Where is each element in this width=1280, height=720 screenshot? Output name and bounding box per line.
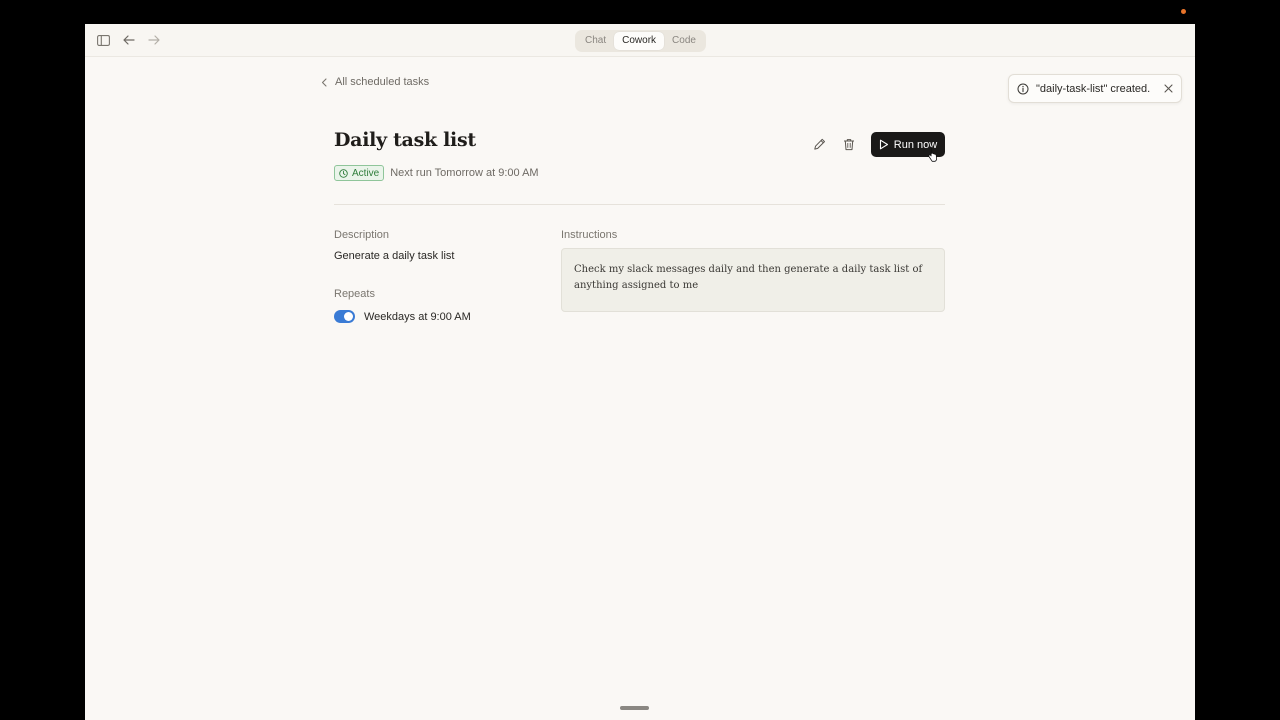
tab-chat[interactable]: Chat: [577, 32, 614, 50]
status-badge: Active: [334, 165, 385, 181]
status-label: Active: [352, 167, 380, 179]
repeats-value: Weekdays at 9:00 AM: [364, 311, 471, 323]
clock-icon: [339, 168, 348, 178]
instructions-box: Check my slack messages daily and then g…: [561, 248, 945, 312]
toast-notification: "daily-task-list" created.: [1008, 74, 1182, 103]
section-divider: [334, 204, 945, 205]
hand-pointer-cursor-icon: [927, 146, 939, 162]
repeats-toggle[interactable]: [334, 310, 355, 323]
edit-button[interactable]: [812, 136, 828, 152]
home-indicator-bar: [620, 706, 649, 710]
status-row: Active Next run Tomorrow at 9:00 AM: [334, 165, 539, 181]
back-link-label: All scheduled tasks: [335, 76, 430, 88]
description-value: Generate a daily task list: [334, 250, 455, 262]
instructions-label: Instructions: [561, 229, 618, 241]
pencil-icon: [814, 138, 826, 151]
tab-code[interactable]: Code: [664, 32, 704, 50]
app-window: Chat Cowork Code All scheduled tasks Dai…: [85, 24, 1195, 720]
back-to-scheduled-tasks-link[interactable]: All scheduled tasks: [321, 76, 429, 88]
repeats-label: Repeats: [334, 288, 375, 300]
toast-message: "daily-task-list" created.: [1036, 82, 1151, 95]
close-icon[interactable]: [1164, 84, 1173, 93]
tab-cowork[interactable]: Cowork: [614, 32, 665, 50]
next-run-text: Next run Tomorrow at 9:00 AM: [390, 167, 539, 179]
description-label: Description: [334, 229, 390, 241]
screen: Chat Cowork Code All scheduled tasks Dai…: [0, 0, 1280, 720]
chevron-left-icon: [321, 77, 327, 87]
play-icon: [879, 139, 889, 150]
page-title: Daily task list: [334, 129, 476, 151]
forward-arrow-icon[interactable]: [146, 32, 162, 48]
back-arrow-icon[interactable]: [121, 32, 137, 48]
sidebar-toggle-icon[interactable]: [95, 32, 111, 48]
trash-icon: [843, 138, 855, 151]
delete-button[interactable]: [841, 136, 857, 152]
titlebar: Chat Cowork Code: [85, 24, 1195, 57]
info-icon: [1017, 83, 1029, 95]
recording-indicator-dot: [1181, 9, 1186, 14]
mode-switcher: Chat Cowork Code: [575, 30, 706, 52]
